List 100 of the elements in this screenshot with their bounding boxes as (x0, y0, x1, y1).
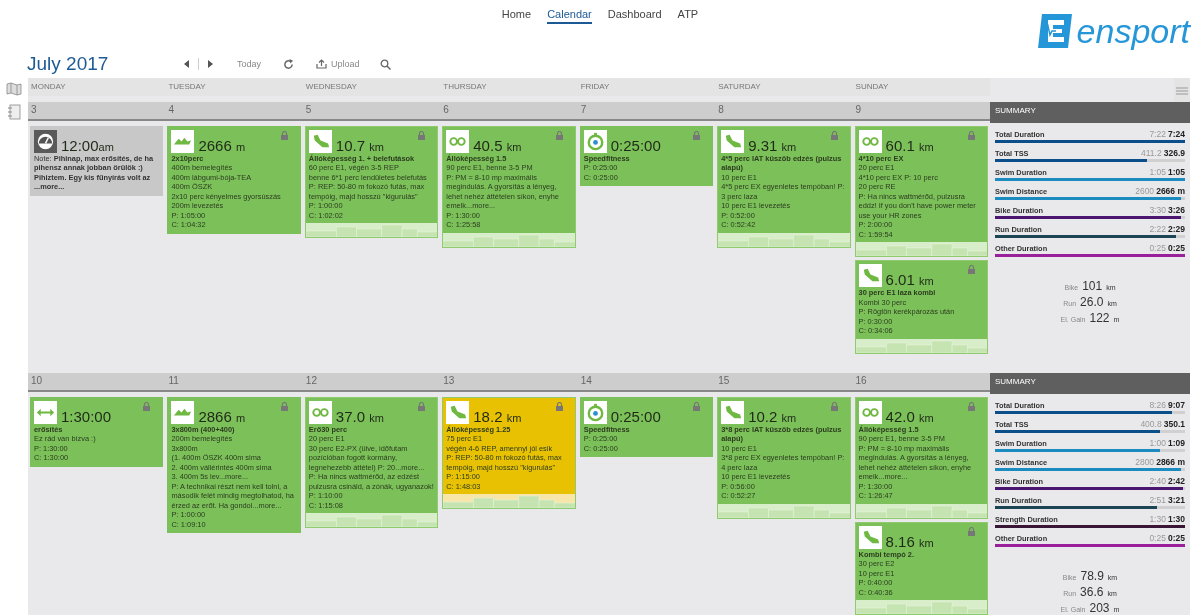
date-label: 11 (165, 373, 303, 392)
shoe-icon (858, 264, 882, 288)
actual-value: 1:05 (1168, 167, 1185, 177)
workout-amount: 10.7 km (335, 138, 384, 153)
logo-icon (1035, 12, 1074, 50)
date-label: 8 (715, 102, 853, 121)
weekday-label: SUNDAY (852, 78, 990, 96)
actual-value: 0:25 (1168, 533, 1185, 543)
date-label: 9 (852, 102, 990, 121)
planned-value: 1:30 (1149, 514, 1166, 524)
actual-value: 2:42 (1168, 476, 1185, 486)
actual-value: 3:21 (1168, 495, 1185, 505)
workout-amount: 9.31 km (748, 138, 797, 153)
workout-amount: 37.0 km (335, 409, 384, 424)
workout-amount: 6.01 km (885, 272, 934, 288)
weekday-label: WEDNESDAY (302, 78, 441, 96)
planned-value: 2:40 (1149, 476, 1166, 486)
actual-value: 1:30 (1168, 514, 1185, 524)
planned-value: 2800 (1135, 457, 1155, 467)
workout-card[interactable] (304, 397, 439, 529)
date-label: 4 (165, 102, 303, 121)
weekday-label: MONDAY (28, 78, 166, 96)
actual-value: 9:07 (1168, 400, 1185, 410)
planned-value: 400.8 (1140, 419, 1162, 429)
bike-icon (308, 401, 332, 424)
planned-value: 1:05 (1149, 167, 1166, 177)
shoe-icon (721, 130, 745, 153)
date-label: 7 (577, 102, 716, 121)
planned-value: 411.2 (1141, 148, 1162, 158)
logo-text: ensport (1076, 12, 1190, 50)
planned-value: 2:22 (1149, 224, 1166, 234)
upload-button[interactable]: Upload (314, 57, 362, 71)
planned-value: 0:25 (1149, 243, 1166, 253)
actual-value: 3:26 (1168, 205, 1185, 215)
date-label: 5 (302, 102, 441, 121)
weekday-label: FRIDAY (577, 78, 716, 96)
date-label: 10 (28, 373, 166, 392)
summary-header: SUMMARY (990, 373, 1190, 394)
date-label: 14 (577, 373, 716, 392)
workout-amount: 60.1 km (885, 138, 934, 153)
workout-card[interactable] (167, 397, 301, 534)
planned-value: 1:00 (1149, 438, 1166, 448)
planned-value: 7:22 (1149, 129, 1166, 139)
nav-tab[interactable]: Calendar (547, 8, 592, 24)
bike-icon (858, 401, 882, 424)
planned-value: 2:51 (1149, 495, 1166, 505)
summary-header: SUMMARY (990, 102, 1190, 123)
today-button[interactable]: Today (235, 57, 264, 71)
workout-amount: 2866 m (198, 409, 246, 424)
total-value: 101 (1082, 279, 1103, 293)
planned-value: 2600 (1135, 186, 1155, 196)
shoe-icon (721, 401, 745, 424)
total-value: 78.9 (1080, 569, 1104, 583)
stopwatch-icon (583, 130, 607, 153)
shoe-icon (446, 401, 470, 424)
stopwatch-icon (583, 401, 607, 424)
arrows-icon (34, 401, 57, 424)
weekday-label: THURSDAY (440, 78, 578, 96)
actual-value: 1:09 (1168, 438, 1185, 448)
actual-value: 2866 m (1156, 457, 1185, 467)
upload-icon (316, 59, 328, 69)
workout-amount: 18.2 km (473, 409, 522, 424)
total-value: 122 (1089, 311, 1110, 325)
actual-value: 0:25 (1168, 243, 1185, 253)
weekday-label: SATURDAY (715, 78, 853, 96)
workout-amount: 0:25:00 (610, 409, 661, 424)
nav-tab[interactable]: Dashboard (607, 8, 662, 22)
workout-amount: 0:25:00 (610, 138, 661, 153)
date-label: 12 (302, 373, 441, 392)
actual-value: 326.9 (1163, 148, 1185, 158)
next-button[interactable] (205, 58, 215, 70)
date-label: 6 (440, 102, 578, 121)
search-icon[interactable] (379, 58, 391, 70)
date-label: 3 (28, 102, 166, 121)
workout-amount: 2666 m (198, 138, 246, 153)
date-label: 13 (440, 373, 578, 392)
shoe-icon (858, 525, 882, 549)
date-label: 16 (852, 373, 990, 392)
bike-icon (858, 130, 882, 153)
previous-button[interactable] (182, 58, 192, 70)
total-value: 36.6 (1080, 585, 1104, 599)
total-value: 203 (1089, 601, 1110, 615)
workout-amount: 40.5 km (473, 138, 522, 153)
planned-value: 3:30 (1149, 205, 1166, 215)
actual-value: 7:24 (1168, 129, 1185, 139)
workout-amount: 10.2 km (748, 409, 797, 424)
nav-tab[interactable]: Home (501, 8, 532, 22)
actual-value: 2666 m (1156, 186, 1185, 196)
planned-value: 0:25 (1149, 533, 1166, 543)
total-value: 26.0 (1080, 295, 1104, 309)
nav-tab[interactable]: ATP (677, 8, 699, 22)
gauge-icon (34, 130, 57, 153)
month-title: July 2017 (27, 53, 110, 75)
shoe-icon (308, 130, 332, 153)
planned-value: 8:26 (1149, 400, 1166, 410)
workout-amount: 8.16 km (885, 533, 934, 549)
map-icon[interactable] (6, 82, 22, 96)
refresh-icon[interactable] (283, 58, 295, 70)
workout-amount: 1:30:00 (61, 409, 112, 424)
note-time: 12:00am (61, 138, 114, 153)
